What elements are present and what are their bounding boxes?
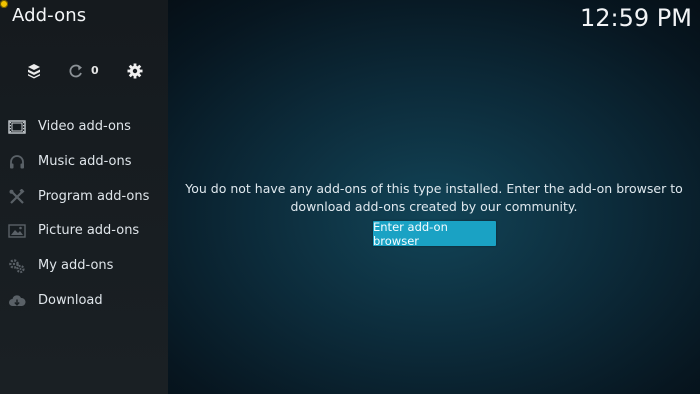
clock: 12:59 PM <box>580 4 692 32</box>
update-count: 0 <box>91 64 99 77</box>
status-dot <box>0 0 8 8</box>
sidebar: Add-ons 0 Video add-ons Music add-ons Pr… <box>0 0 168 394</box>
gear-icon[interactable] <box>126 62 144 80</box>
page-title: Add-ons <box>12 5 87 26</box>
sidebar-item-label: Picture add-ons <box>38 223 140 239</box>
sidebar-item-label: Video add-ons <box>38 119 131 134</box>
sidebar-item-my-addons[interactable]: My add-ons <box>0 249 168 284</box>
sidebar-item-video-addons[interactable]: Video add-ons <box>0 110 168 145</box>
empty-state-message: You do not have any add-ons of this type… <box>185 181 683 214</box>
tools-icon <box>8 188 26 205</box>
film-icon <box>8 119 26 135</box>
picture-icon <box>8 223 26 239</box>
sidebar-item-label: My add-ons <box>38 258 114 274</box>
sidebar-item-label: Download <box>38 292 103 308</box>
sidebar-item-program-addons[interactable]: Program add-ons <box>0 180 168 215</box>
sidebar-menu: Video add-ons Music add-ons Program add-… <box>0 110 168 319</box>
box-icon[interactable] <box>25 62 43 80</box>
headphones-icon <box>8 154 26 170</box>
refresh-icon[interactable] <box>67 62 85 80</box>
enter-addon-browser-button[interactable]: Enter add-on browser <box>373 220 496 248</box>
cloud-download-icon <box>8 293 26 309</box>
sidebar-item-music-addons[interactable]: Music add-ons <box>0 145 168 180</box>
sidebar-item-label: Program add-ons <box>38 188 150 204</box>
gears-icon <box>8 258 26 274</box>
sidebar-item-label: Music add-ons <box>38 153 132 169</box>
toolbar: 0 <box>0 60 168 82</box>
sidebar-item-download[interactable]: Download <box>0 284 168 319</box>
sidebar-item-picture-addons[interactable]: Picture add-ons <box>0 214 168 249</box>
